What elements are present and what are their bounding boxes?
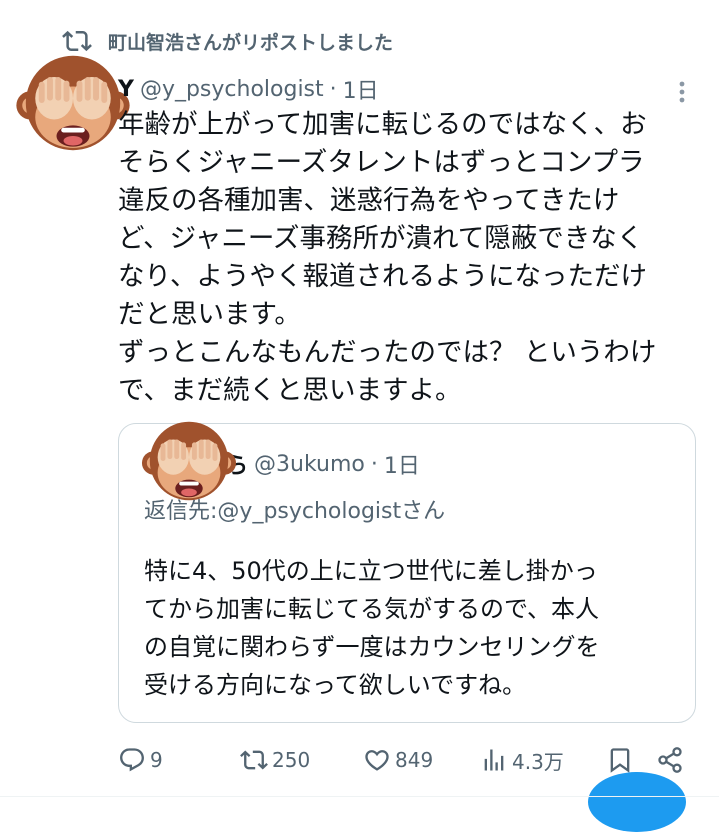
views-chart-icon [484,749,504,771]
quote-header: ら @3ukumo · 1日 [226,446,420,482]
replying-to: 返信先: @y_psychologistさん [144,492,445,526]
separator-dot: · [370,451,378,477]
repost-button[interactable]: 250 [240,740,310,780]
tweet-text: 年齢が上がって加害に転じるのではなく、お そらくジャニーズタレントはずっとコンプ… [118,106,708,410]
quote-author-handle: @3ukumo [254,451,365,477]
heart-icon [365,750,389,771]
reply-button[interactable]: 9 [118,740,163,780]
views-count: 4.3万 [512,749,564,774]
repost-label: 町山智浩さんがリポストしました [108,31,394,54]
quote-text-line: 受ける方向になって欲しいですね。 [144,671,527,699]
action-bar: 9 250 849 4.3万 [118,740,698,780]
separator-dot: · [329,76,337,102]
like-button[interactable]: 849 [363,740,433,780]
tweet-text-line: で、まだ続くと思いますよ。 [118,375,462,406]
like-count: 849 [395,748,434,772]
tweet-text-line: ど、ジャニーズ事務所が潰れて隠蔽できなく [118,223,644,254]
quote-text-line: てから加害に転じてる気がするので、本人 [144,595,600,623]
quote-time: 1日 [383,454,420,479]
share-icon [658,747,682,773]
tweet-time[interactable]: 1日 [343,73,379,105]
divider [0,796,719,797]
reply-count: 9 [150,748,163,772]
tweet-text-line: なり、ようやく報道されるようになっただけ [118,261,647,292]
share-button[interactable] [656,740,684,780]
tweet-text-line: 年齢が上がって加害に転じるのではなく、お [118,109,647,140]
tweet-text-line: そらくジャニーズタレントはずっとコンプラ [118,147,645,178]
author-name[interactable]: Y [118,77,134,102]
tweet-text-line: だと思います。 [118,299,301,330]
tweet-header: Y @y_psychologist · 1日 [118,72,379,106]
quote-text-line: 特に4、50代の上に立つ世代に差し掛かっ [144,557,598,585]
tweet-text-line: 違反の各種加害、迷惑行為をやってきたけ [118,185,620,216]
avatar[interactable] [14,44,132,162]
compose-fab[interactable] [588,772,686,832]
reply-icon [120,748,144,772]
quote-text-line: の自覚に関わらず一度はカウンセリングを [144,633,600,661]
author-handle[interactable]: @y_psychologist [140,77,324,102]
tweet-text-line: ずっとこんなもんだったのでは？ というわけ [118,337,657,368]
repost-icon [240,750,268,770]
replying-prefix: 返信先: [144,499,218,524]
quote-text: 特に4、50代の上に立つ世代に差し掛かっ てから加害に転じてる気がするので、本人… [144,552,684,704]
views-button[interactable]: 4.3万 [480,740,564,780]
bookmark-icon [610,748,630,773]
replying-handle: @y_psychologistさん [217,499,446,524]
repost-count: 250 [272,748,311,772]
more-options-icon[interactable] [672,78,692,106]
